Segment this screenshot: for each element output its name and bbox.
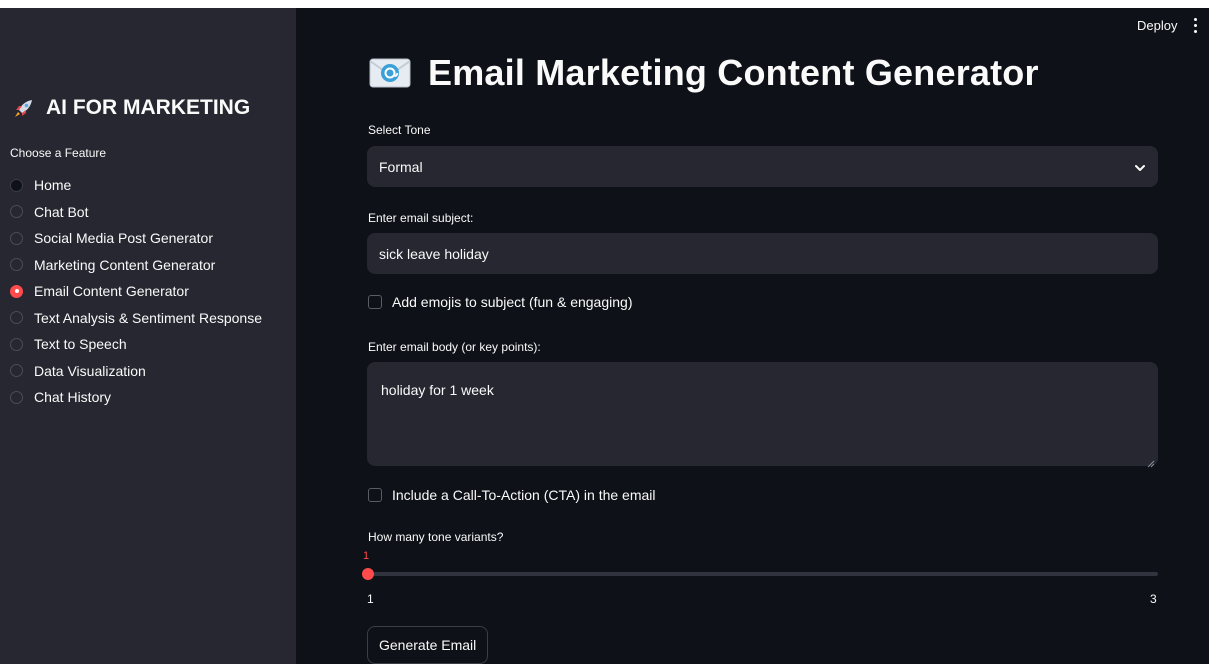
radio-circle-icon[interactable] (10, 337, 23, 351)
radio-circle-icon[interactable] (10, 231, 23, 245)
slider-min-label: 1 (367, 592, 374, 606)
radio-option-label: Data Visualization (34, 362, 146, 379)
radio-option-home[interactable]: Home (10, 172, 262, 199)
radio-option-text-to-speech[interactable]: Text to Speech (10, 331, 262, 358)
page-title: Email Marketing Content Generator (368, 52, 1039, 94)
deploy-button[interactable]: Deploy (1137, 18, 1177, 33)
slider-current-value: 1 (363, 550, 370, 562)
radio-circle-icon[interactable] (10, 390, 23, 404)
sidebar-title-text: AI FOR MARKETING (46, 96, 251, 119)
emoji-checkbox-label: Add emojis to subject (fun & engaging) (392, 294, 633, 310)
emoji-checkbox-row[interactable]: Add emojis to subject (fun & engaging) (368, 294, 632, 310)
radio-circle-icon[interactable] (10, 364, 23, 378)
body-textarea[interactable]: holiday for 1 week (367, 362, 1158, 468)
feature-radio-caption: Choose a Feature (10, 146, 107, 160)
radio-option-data-visualization[interactable]: Data Visualization (10, 358, 262, 385)
cta-checkbox-label: Include a Call-To-Action (CTA) in the em… (392, 487, 656, 503)
body-textarea-label: Enter email body (or key points): (368, 340, 541, 354)
radio-option-email-content-generator[interactable]: Email Content Generator (10, 278, 262, 305)
variants-slider-label: How many tone variants? (368, 530, 504, 544)
radio-option-label: Text to Speech (34, 336, 127, 353)
radio-option-label: Chat Bot (34, 203, 89, 220)
cta-checkbox-row[interactable]: Include a Call-To-Action (CTA) in the em… (368, 487, 656, 503)
generate-email-button[interactable]: Generate Email (367, 626, 489, 664)
radio-circle-icon[interactable] (10, 258, 23, 272)
slider-max-label: 3 (1150, 592, 1157, 606)
radio-option-label: Social Media Post Generator (34, 230, 213, 247)
tone-select[interactable]: Formal (367, 146, 1158, 187)
subject-input-value: sick leave holiday (379, 245, 489, 262)
chevron-down-icon (1134, 161, 1146, 173)
radio-option-chat-history[interactable]: Chat History (10, 384, 262, 411)
radio-option-label: Text Analysis & Sentiment Response (34, 309, 263, 326)
radio-option-label: Home (34, 177, 72, 194)
radio-circle-icon[interactable] (10, 311, 23, 325)
rocket-icon (12, 96, 36, 120)
radio-option-label: Email Content Generator (34, 283, 189, 300)
page-title-text: Email Marketing Content Generator (428, 52, 1039, 93)
radio-option-marketing-content-generator[interactable]: Marketing Content Generator (10, 252, 262, 279)
body-textarea-value: holiday for 1 week (381, 382, 494, 398)
radio-option-label: Chat History (34, 389, 112, 406)
emoji-checkbox[interactable] (368, 295, 382, 309)
feature-radio-group: Home Chat Bot Social Media Post Generato… (10, 172, 262, 411)
variants-slider-thumb[interactable] (362, 568, 374, 580)
radio-option-label: Marketing Content Generator (34, 256, 216, 273)
radio-selected-icon[interactable] (10, 284, 23, 298)
main-content: Deploy Email Marketing Content Generator… (296, 8, 1209, 664)
sidebar-title: AI FOR MARKETING (12, 96, 250, 120)
tone-select-label: Select Tone (368, 123, 431, 137)
tone-select-value: Formal (379, 158, 423, 175)
radio-option-text-analysis[interactable]: Text Analysis & Sentiment Response (10, 305, 262, 332)
subject-input[interactable]: sick leave holiday (367, 233, 1158, 274)
envelope-email-icon (368, 53, 412, 93)
subject-input-label: Enter email subject: (368, 211, 474, 225)
radio-circle-icon[interactable] (10, 205, 23, 219)
radio-circle-icon[interactable] (10, 178, 23, 192)
cta-checkbox[interactable] (368, 488, 382, 502)
radio-option-social-media-post-generator[interactable]: Social Media Post Generator (10, 225, 262, 252)
radio-option-chat-bot[interactable]: Chat Bot (10, 199, 262, 226)
sidebar: AI FOR MARKETING Choose a Feature Home C… (0, 8, 296, 664)
kebab-menu-icon[interactable] (1190, 18, 1200, 36)
resize-grip-icon[interactable] (1147, 455, 1155, 468)
app-window: AI FOR MARKETING Choose a Feature Home C… (0, 8, 1209, 664)
variants-slider-track[interactable] (367, 572, 1158, 576)
